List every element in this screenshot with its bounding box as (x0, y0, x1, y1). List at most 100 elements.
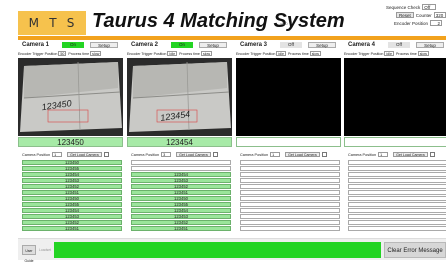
read-result: 123454 (131, 172, 231, 177)
camera-position-select[interactable]: 1 (270, 152, 281, 157)
camera-title: Camera 2 (131, 42, 159, 48)
encoder-position-label: Encoder Position (394, 20, 429, 26)
load-camera-checkbox[interactable] (321, 152, 327, 157)
read-result (348, 178, 446, 183)
load-camera-checkbox[interactable] (429, 152, 435, 157)
read-result (240, 172, 340, 177)
camera-position-select[interactable]: 1 (378, 152, 389, 157)
read-result (240, 226, 340, 231)
camera-position-select[interactable]: 1 (52, 152, 63, 157)
read-result (240, 214, 340, 219)
load-camera-button[interactable]: Get Load Camera (285, 152, 320, 157)
read-result: 123452 (22, 220, 122, 225)
camera-position-select[interactable]: 3 (161, 152, 172, 157)
read-result (348, 184, 446, 189)
trigger-position-field[interactable]: idle (276, 51, 286, 56)
process-time-label: Process time (179, 51, 200, 56)
trigger-position-field[interactable]: Idle (167, 51, 178, 56)
read-result: 123450 (22, 160, 122, 165)
camera-params: Encoder Trigger Position Idle Process time… (127, 50, 232, 57)
app-title: Taurus 4 Matching System (92, 10, 345, 32)
process-time-field[interactable]: slow (90, 51, 102, 56)
process-time-field[interactable]: slow (417, 51, 429, 56)
camera-title: Camera 3 (240, 42, 268, 48)
read-result (240, 202, 340, 207)
camera-image: 123454 (127, 58, 232, 136)
read-result (348, 214, 446, 219)
camera-status-toggle[interactable]: On (62, 42, 84, 48)
trigger-position-label: Encoder Trigger Position (18, 51, 58, 56)
load-camera-button[interactable]: Get Load Camera (393, 152, 428, 157)
trigger-position-label: Encoder Trigger Position (344, 51, 384, 56)
trigger-position-field[interactable]: 50 (58, 51, 67, 56)
camera-status-toggle[interactable]: On (171, 42, 193, 48)
camera-status-toggle[interactable]: Off (280, 42, 302, 48)
camera-position-label: Camera Position (240, 152, 269, 157)
camera-setup-button[interactable]: Setup (199, 42, 227, 48)
read-result: 123455 (22, 166, 122, 171)
camera-position-row: Camera Position 3 Get Load Camera (127, 151, 232, 158)
read-result: 123455 (22, 202, 122, 207)
user-guide-button[interactable]: User Guide (22, 245, 36, 263)
read-result (240, 190, 340, 195)
read-result (348, 202, 446, 207)
header-accent-bar (18, 36, 446, 40)
load-camera-button[interactable]: Get Load Camera (176, 152, 211, 157)
camera-params: Encoder Trigger Position idle Process time… (344, 50, 446, 57)
read-results-list (348, 160, 446, 232)
camera-setup-button[interactable]: Setup (90, 42, 118, 48)
logo-letter-s: S (66, 16, 76, 30)
read-result: 123455 (131, 202, 231, 207)
trigger-position-label: Encoder Trigger Position (236, 51, 276, 56)
read-result (348, 190, 446, 195)
camera-title: Camera 1 (22, 42, 50, 48)
read-result (240, 208, 340, 213)
load-camera-checkbox[interactable] (212, 152, 218, 157)
read-result: 123453 (131, 214, 231, 219)
read-result: 123452 (131, 184, 231, 189)
process-time-field[interactable]: slow (309, 51, 321, 56)
camera-view (236, 58, 341, 136)
read-result: 123453 (22, 214, 122, 219)
read-result (131, 166, 231, 171)
camera-result: 123454 (127, 137, 232, 147)
camera-title: Camera 4 (348, 42, 376, 48)
read-result (348, 166, 446, 171)
read-result (348, 160, 446, 165)
clear-error-button[interactable]: Clear Error Message (384, 242, 446, 258)
read-result: 123450 (22, 196, 122, 201)
camera-header: Camera 4 Off Setup (344, 41, 446, 49)
load-camera-button[interactable]: Get Load Camera (67, 152, 102, 157)
read-result: 123454 (22, 208, 122, 213)
read-result: 123453 (22, 178, 122, 183)
camera-result (344, 137, 446, 147)
camera-panel-3: Camera 3 Off Setup Encoder Trigger Position… (236, 41, 341, 259)
logo-letter-t: T (49, 16, 58, 30)
camera-position-row: Camera Position 1 Get Load Camera (236, 151, 341, 158)
read-result (240, 160, 340, 165)
encoder-position-field[interactable]: 2 (430, 20, 443, 26)
logo-letter-m: M (28, 16, 40, 30)
trigger-position-field[interactable]: idle (384, 51, 394, 56)
camera-setup-button[interactable]: Setup (416, 42, 444, 48)
read-result: 123452 (22, 184, 122, 189)
camera-result: 123450 (18, 137, 123, 147)
counter-field[interactable]: 320 (433, 12, 446, 18)
read-result: 123450 (131, 196, 231, 201)
camera-header: Camera 2 On Setup (127, 41, 232, 49)
loadset-button[interactable]: Loadset (38, 245, 52, 255)
load-camera-checkbox[interactable] (103, 152, 109, 157)
camera-position-label: Camera Position (22, 152, 51, 157)
read-result (348, 226, 446, 231)
camera-header: Camera 1 On Setup (18, 41, 123, 49)
reset-button[interactable]: Reset (396, 12, 414, 18)
read-result (348, 172, 446, 177)
camera-view (344, 58, 446, 136)
camera-setup-button[interactable]: Setup (308, 42, 336, 48)
read-result (240, 178, 340, 183)
trigger-position-label: Encoder Trigger Position (127, 51, 167, 56)
process-time-field[interactable]: slow (200, 51, 213, 56)
camera-status-toggle[interactable]: Off (388, 42, 410, 48)
camera-panel-1: Camera 1 On Setup Encoder Trigger Position 5… (18, 41, 123, 259)
sequence-check-field[interactable]: Off (422, 4, 437, 10)
